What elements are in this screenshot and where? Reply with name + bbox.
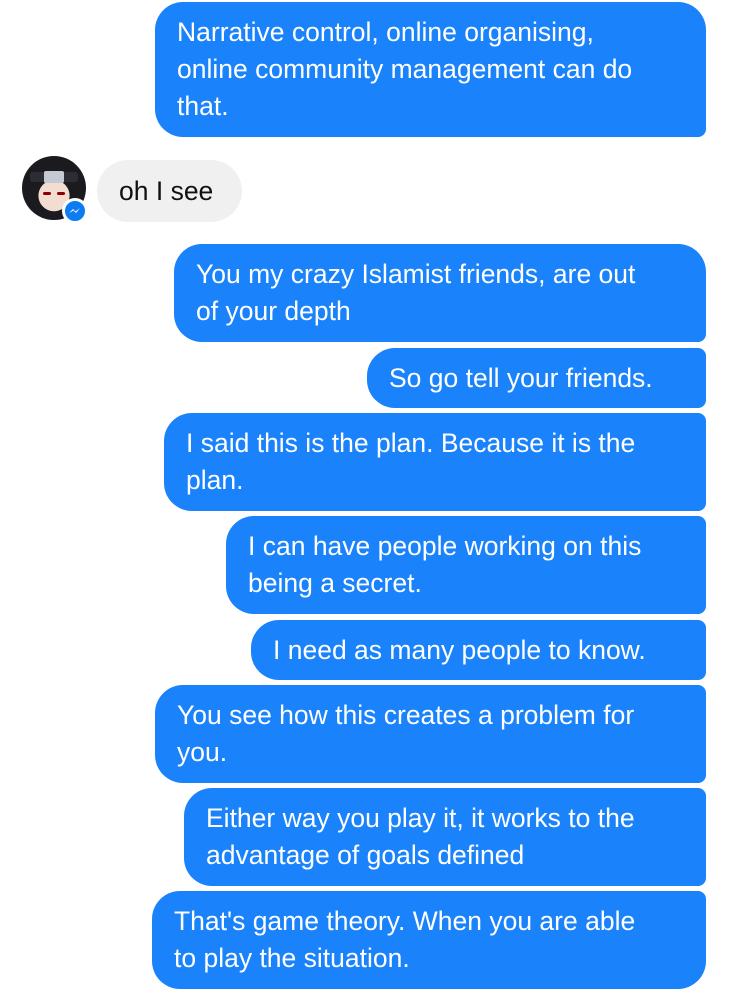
outgoing-message[interactable]: You see how this creates a problem for y…: [155, 685, 706, 783]
outgoing-message[interactable]: You my crazy Islamist friends, are out o…: [174, 244, 706, 342]
outgoing-message[interactable]: I can have people working on this being …: [226, 516, 706, 614]
message-text: So go tell your friends.: [389, 362, 653, 393]
message-text: I can have people working on this being …: [248, 531, 642, 598]
outgoing-message[interactable]: Either way you play it, it works to the …: [184, 788, 706, 886]
message-text: Narrative control, online organising, on…: [177, 17, 633, 121]
message-text: I said this is the plan. Because it is t…: [186, 428, 636, 495]
message-text: oh I see: [119, 175, 214, 206]
message-text: That's game theory. When you are able to…: [174, 906, 636, 973]
messenger-icon: [62, 198, 88, 224]
outgoing-message[interactable]: I need as many people to know.: [251, 620, 706, 680]
message-text: You see how this creates a problem for y…: [177, 700, 635, 767]
message-text: I need as many people to know.: [273, 634, 646, 665]
message-text: You my crazy Islamist friends, are out o…: [196, 259, 636, 326]
outgoing-message[interactable]: So go tell your friends.: [367, 348, 706, 408]
outgoing-message[interactable]: Narrative control, online organising, on…: [155, 2, 706, 137]
outgoing-message[interactable]: I said this is the plan. Because it is t…: [164, 413, 706, 511]
message-text: Either way you play it, it works to the …: [206, 803, 635, 870]
incoming-message[interactable]: oh I see: [97, 160, 242, 222]
outgoing-message[interactable]: That's game theory. When you are able to…: [152, 891, 706, 989]
